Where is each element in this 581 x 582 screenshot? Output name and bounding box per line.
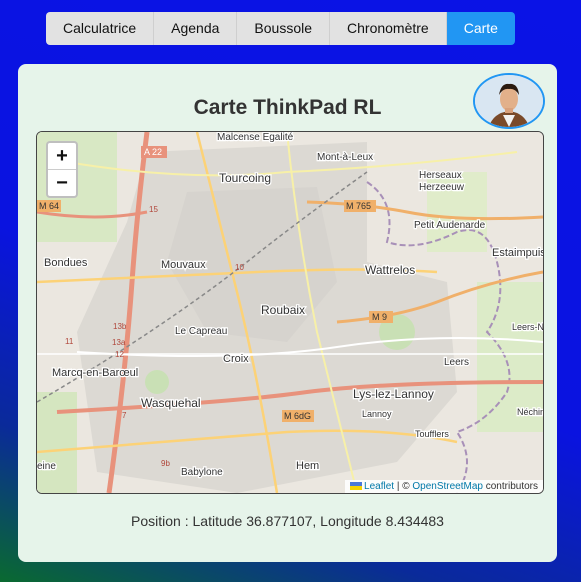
svg-text:Néchin: Néchin — [517, 407, 543, 417]
zoom-in-button[interactable]: + — [48, 143, 76, 170]
svg-text:Roubaix: Roubaix — [261, 303, 305, 317]
svg-text:Wasquehal: Wasquehal — [141, 396, 201, 410]
svg-text:Bondues: Bondues — [44, 257, 88, 269]
svg-text:M 765: M 765 — [346, 201, 371, 211]
svg-text:Le Capreau: Le Capreau — [175, 326, 227, 337]
ukraine-flag-icon — [350, 482, 363, 490]
svg-text:M 64: M 64 — [39, 201, 59, 211]
leaflet-link[interactable]: Leaflet — [364, 481, 394, 492]
attribution-separator: | © — [394, 481, 413, 492]
svg-text:Estaimpuis: Estaimpuis — [492, 247, 543, 259]
svg-text:M 9: M 9 — [372, 312, 387, 322]
svg-text:M 6dG: M 6dG — [284, 411, 311, 421]
svg-text:Petit Audenarde: Petit Audenarde — [414, 220, 486, 231]
zoom-control: + − — [46, 141, 78, 198]
tab-carte[interactable]: Carte — [446, 12, 515, 45]
tab-chronometre[interactable]: Chronomètre — [330, 12, 447, 45]
svg-text:13b: 13b — [113, 322, 127, 331]
map-tiles: Malcense Egalité Mont-à-Leux Herseaux He… — [37, 132, 543, 493]
svg-text:A 22: A 22 — [144, 147, 162, 157]
svg-text:Babylone: Babylone — [181, 467, 223, 478]
svg-text:Wattrelos: Wattrelos — [365, 263, 415, 277]
svg-text:15: 15 — [149, 205, 158, 214]
svg-text:Lys-lez-Lannoy: Lys-lez-Lannoy — [353, 387, 434, 401]
tab-agenda[interactable]: Agenda — [154, 12, 238, 45]
svg-text:11: 11 — [65, 337, 74, 346]
svg-text:Herseaux: Herseaux — [419, 170, 462, 181]
avatar[interactable] — [473, 73, 545, 129]
svg-text:Leers: Leers — [444, 357, 469, 368]
svg-text:Marcq-en-Barœul: Marcq-en-Barœul — [52, 367, 138, 379]
svg-text:7: 7 — [122, 411, 127, 420]
svg-text:12: 12 — [115, 350, 124, 359]
zoom-out-button[interactable]: − — [48, 170, 76, 196]
openstreetmap-link[interactable]: OpenStreetMap — [412, 481, 483, 492]
position-readout: Position : Latitude 36.877107, Longitude… — [131, 513, 444, 529]
svg-text:Herzeeuw: Herzeeuw — [419, 182, 465, 193]
svg-text:Malcense Egalité: Malcense Egalité — [217, 132, 294, 143]
tab-bar: Calculatrice Agenda Boussole Chronomètre… — [46, 12, 515, 45]
svg-text:eine: eine — [37, 461, 56, 472]
map-view[interactable]: Malcense Egalité Mont-à-Leux Herseaux He… — [36, 131, 544, 494]
svg-text:10: 10 — [235, 263, 244, 272]
svg-text:13a: 13a — [112, 338, 126, 347]
svg-text:Toufflers: Toufflers — [415, 429, 449, 439]
tab-calculatrice[interactable]: Calculatrice — [46, 12, 155, 45]
svg-text:Mouvaux: Mouvaux — [161, 259, 206, 271]
tab-boussole[interactable]: Boussole — [237, 12, 331, 45]
svg-text:Croix: Croix — [223, 353, 249, 365]
svg-text:Leers-Nord: Leers-Nord — [512, 322, 543, 332]
svg-text:Hem: Hem — [296, 460, 319, 472]
attribution-suffix: contributors — [482, 481, 538, 492]
map-panel: Carte ThinkPad RL Malcense Egalité Mont-… — [18, 64, 557, 562]
svg-text:9b: 9b — [161, 459, 170, 468]
svg-text:Lannoy: Lannoy — [362, 409, 392, 419]
map-attribution: Leaflet | © OpenStreetMap contributors — [345, 480, 543, 493]
svg-text:Tourcoing: Tourcoing — [219, 171, 271, 185]
svg-text:Mont-à-Leux: Mont-à-Leux — [317, 152, 373, 163]
